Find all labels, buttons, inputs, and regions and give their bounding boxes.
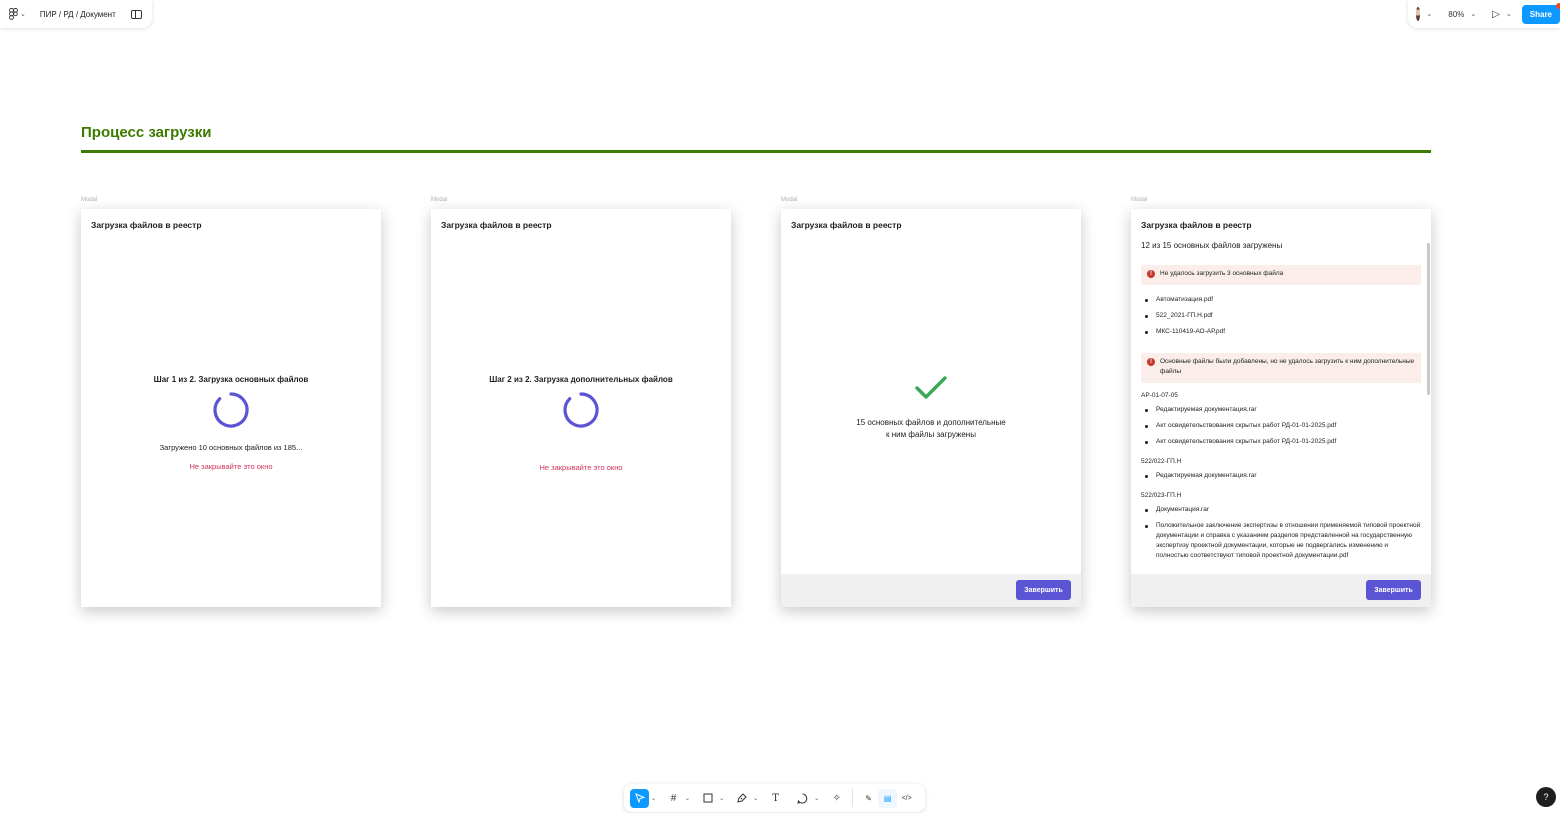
draw-icon: ✎ (865, 793, 872, 803)
text-icon: T (772, 792, 779, 804)
frame-label[interactable]: Modal (431, 197, 447, 203)
modal-step-1[interactable]: Загрузка файлов в реестр Шаг 1 из 2. Заг… (81, 209, 381, 607)
error-alert: ! Основные файлы были добавлены, но не у… (1141, 353, 1421, 383)
help-button[interactable]: ? (1536, 787, 1556, 807)
group-files-list: Редактируемая документация.rar (1141, 471, 1421, 487)
actions-tool-button[interactable]: ✧ (827, 789, 846, 808)
chevron-down-icon[interactable]: ⌄ (651, 795, 656, 802)
failed-files-list: Автоматизация.pdf 522_2021-ГП.Н.pdf МКС-… (1141, 295, 1421, 343)
sparkle-icon: ✧ (832, 792, 841, 804)
code-icon: </> (901, 794, 912, 802)
chevron-down-icon[interactable]: ⌄ (814, 795, 819, 802)
frame-label[interactable]: Modal (781, 197, 797, 203)
tools-toolbar: ⌄ # ⌄ ⌄ ⌄ T ⌄ ✧ ✎ ▤ </> (624, 784, 925, 812)
share-toolbar: ⌄ 80% ⌄ ▷ ⌄ Share (1408, 0, 1560, 28)
error-icon: ! (1147, 270, 1155, 278)
text-tool-button[interactable]: T (766, 789, 785, 808)
error-alert: ! Не удалось загрузить 3 основных файла (1141, 265, 1421, 285)
step-title: Шаг 1 из 2. Загрузка основных файлов (153, 375, 309, 384)
frame-tool-button[interactable]: # (664, 789, 683, 808)
frame-label[interactable]: Modal (81, 197, 97, 203)
list-item: Положительное заключение экспертизы в от… (1141, 521, 1421, 561)
list-item: 522_2021-ГП.Н.pdf (1141, 311, 1421, 321)
design-mode-button[interactable]: ▤ (878, 788, 898, 808)
group-files-list: Редактируемая документация.rar Акт освид… (1141, 405, 1421, 453)
group-label: 522/023-ГП.Н (1141, 492, 1182, 499)
progress-text: Загружено 10 основных файлов из 185... (159, 443, 303, 452)
finish-button[interactable]: Завершить (1366, 580, 1421, 600)
finish-button[interactable]: Завершить (1016, 580, 1071, 600)
figma-menu-button[interactable]: ⌄ (9, 8, 26, 20)
spinner-icon (213, 392, 249, 428)
group-label: АР-01-07-05 (1141, 392, 1178, 399)
pen-icon (737, 792, 747, 803)
move-tool-button[interactable] (630, 788, 649, 808)
success-block: 15 основных файлов и дополнительные к ни… (781, 375, 1081, 441)
chevron-down-icon[interactable]: ⌄ (1426, 10, 1432, 18)
comment-tool-button[interactable] (793, 789, 812, 808)
notification-dot (1556, 2, 1560, 9)
frame-label[interactable]: Modal (1131, 197, 1147, 203)
alert-text: Не удалось загрузить 3 основных файла (1160, 270, 1284, 277)
group-label: 522/022-ГП.Н (1141, 458, 1182, 465)
list-item: Редактируемая документация.rar (1141, 471, 1421, 481)
title-divider (81, 150, 1431, 153)
chevron-down-icon[interactable]: ⌄ (1506, 10, 1512, 18)
zoom-level[interactable]: 80% (1448, 10, 1464, 19)
avatar[interactable] (1416, 7, 1421, 21)
chevron-down-icon[interactable]: ⌄ (719, 795, 724, 802)
list-item: Акт освидетельствования скрытых работ РД… (1141, 421, 1421, 431)
loading-block: Шаг 2 из 2. Загрузка дополнительных файл… (431, 375, 731, 472)
dev-mode-button[interactable]: </> (897, 789, 916, 808)
spinner-icon (563, 392, 599, 428)
step-title: Шаг 2 из 2. Загрузка дополнительных файл… (489, 375, 673, 384)
rectangle-icon (703, 793, 713, 803)
list-item: Акт освидетельствования скрытых работ РД… (1141, 437, 1421, 447)
success-line-2: к ним файлы загружены (886, 430, 976, 439)
design-icon: ▤ (883, 793, 892, 803)
alert-text: Основные файлы были добавлены, но не уда… (1160, 358, 1415, 375)
rectangle-tool-button[interactable] (698, 789, 717, 808)
error-icon: ! (1147, 358, 1155, 366)
file-toolbar: ⌄ ПИР / РД / Документ (0, 0, 152, 28)
warning-text: Не закрывайте это окно (189, 462, 273, 471)
checkmark-icon (915, 376, 947, 399)
upload-summary: 12 из 15 основных файлов загружены (1141, 241, 1283, 250)
modal-title: Загрузка файлов в реестр (441, 220, 552, 230)
group-files-list: Документация.rar Положительное заключени… (1141, 505, 1421, 567)
list-item: Редактируемая документация.rar (1141, 405, 1421, 415)
toolbar-divider (852, 789, 854, 807)
modal-title: Загрузка файлов в реестр (1141, 220, 1252, 230)
comment-icon (797, 793, 808, 804)
breadcrumb[interactable]: ПИР / РД / Документ (40, 10, 116, 19)
draw-mode-button[interactable]: ✎ (859, 789, 878, 808)
share-label: Share (1529, 9, 1552, 19)
modal-title: Загрузка файлов в реестр (91, 220, 202, 230)
modal-step-2[interactable]: Загрузка файлов в реестр Шаг 2 из 2. Заг… (431, 209, 731, 607)
list-item: Автоматизация.pdf (1141, 295, 1421, 305)
chevron-down-icon[interactable]: ⌄ (753, 795, 758, 802)
chevron-down-icon: ⌄ (20, 11, 26, 18)
scrollbar[interactable] (1427, 243, 1430, 395)
modal-success[interactable]: Загрузка файлов в реестр 15 основных фай… (781, 209, 1081, 607)
loading-block: Шаг 1 из 2. Загрузка основных файлов Заг… (81, 375, 381, 471)
chevron-down-icon[interactable]: ⌄ (1470, 10, 1476, 18)
success-line-1: 15 основных файлов и дополнительные (856, 418, 1006, 427)
page-title: Процесс загрузки (81, 124, 212, 141)
present-icon[interactable]: ▷ (1492, 9, 1500, 20)
frame-icon: # (670, 792, 677, 804)
cursor-icon (634, 793, 645, 803)
list-item: МКС-110419-АО-АР.pdf (1141, 327, 1421, 337)
pen-tool-button[interactable] (732, 789, 751, 808)
sidebar-toggle-icon[interactable] (130, 9, 142, 19)
warning-text: Не закрывайте это окно (539, 463, 623, 472)
modal-partial-result[interactable]: Загрузка файлов в реестр 12 из 15 основн… (1131, 209, 1431, 607)
share-button[interactable]: Share (1521, 2, 1560, 24)
chevron-down-icon[interactable]: ⌄ (685, 795, 690, 802)
modal-title: Загрузка файлов в реестр (791, 220, 902, 230)
list-item: Документация.rar (1141, 505, 1421, 515)
figma-icon (9, 8, 18, 20)
modal-footer: Завершить (1131, 574, 1431, 607)
modal-footer: Завершить (781, 574, 1081, 607)
